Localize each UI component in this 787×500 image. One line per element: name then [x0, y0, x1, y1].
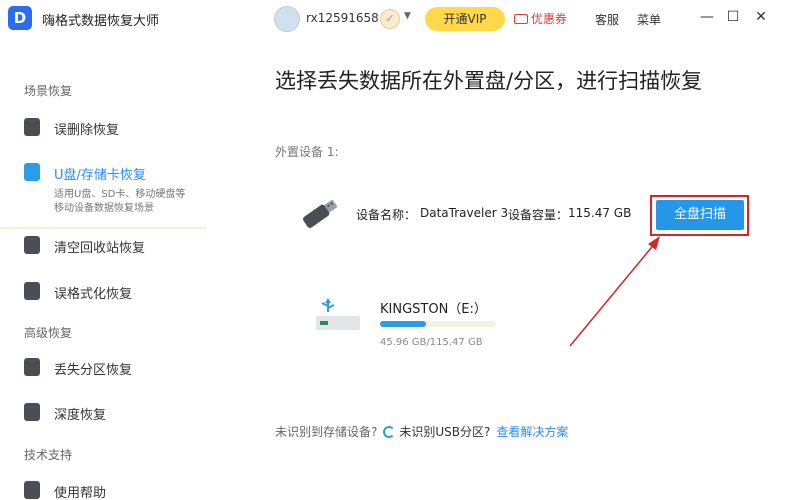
usb-stick-icon	[302, 199, 338, 228]
app-logo-icon: D	[8, 6, 32, 30]
full-scan-button[interactable]: 全盘扫描	[656, 200, 744, 230]
help-book-icon	[24, 481, 40, 499]
drive-name[interactable]: KINGSTON（E:）	[380, 298, 487, 317]
coupon-button[interactable]: 优惠券	[514, 7, 567, 31]
annotation-arrow-icon	[569, 236, 660, 347]
recycle-bin-icon	[24, 236, 40, 254]
sidebar-item-label: 深度恢复	[54, 408, 107, 423]
partition-icon	[24, 358, 40, 376]
minimize-button[interactable]: —	[698, 9, 716, 25]
usb-recovery-desc-line1: 适用U盘、SD卡、移动硬盘等	[54, 189, 186, 200]
section-advanced-recovery: 高级恢复	[24, 326, 73, 340]
sidebar-item-recycle-bin-recovery[interactable]: 清空回收站恢复	[0, 232, 207, 258]
footer-help: 未识别到存储设备? 未识别USB分区? 查看解决方案	[275, 423, 568, 440]
vip-badge-icon[interactable]: ✓	[380, 9, 400, 29]
device-capacity-label: 设备容量：	[508, 208, 569, 222]
sidebar-item-label: U盘/存储卡恢复	[54, 168, 146, 183]
page-title: 选择丢失数据所在外置盘/分区，进行扫描恢复	[275, 69, 703, 93]
sidebar-item-label: 清空回收站恢复	[54, 241, 146, 256]
footer-prompt: 未识别到存储设备?	[275, 425, 378, 439]
deep-scan-icon	[24, 403, 40, 421]
drive-size: 45.96 GB/115.47 GB	[380, 337, 483, 348]
footer-unrecognized-usb: 未识别USB分区?	[399, 425, 491, 439]
service-button[interactable]: 客服	[595, 11, 619, 28]
sidebar-item-help[interactable]: 使用帮助	[0, 477, 207, 500]
refresh-icon[interactable]	[383, 426, 396, 438]
coupon-icon	[514, 14, 528, 24]
trash-restore-icon	[24, 118, 40, 136]
sidebar-item-usb-recovery[interactable]: U盘/存储卡恢复	[0, 159, 207, 185]
usb-drive-icon	[24, 163, 40, 181]
usb-partition-icon	[316, 298, 360, 330]
app-title: 嗨格式数据恢复大师	[42, 14, 160, 29]
format-icon	[24, 282, 40, 300]
view-solution-link[interactable]: 查看解决方案	[496, 425, 568, 439]
menu-button[interactable]: 菜单	[637, 11, 661, 28]
sidebar-item-label: 丢失分区恢复	[54, 363, 133, 378]
usb-recovery-desc-line2: 移动设备数据恢复场景	[54, 203, 154, 214]
username[interactable]: rx12591658	[306, 11, 379, 25]
title-bar: D 嗨格式数据恢复大师 rx12591658 ✓ ▼ 开通VIP 优惠券 客服 …	[0, 0, 787, 38]
device-capacity-value: 115.47 GB	[568, 206, 632, 220]
device-name-value: DataTraveler 3	[420, 206, 509, 220]
close-button[interactable]: ✕	[752, 9, 770, 25]
sidebar-item-label: 误删除恢复	[54, 123, 120, 138]
sidebar-item-label: 使用帮助	[54, 486, 107, 500]
section-scene-recovery: 场景恢复	[24, 84, 73, 98]
sidebar-item-format-recovery[interactable]: 误格式化恢复	[0, 278, 207, 304]
device-name-label: 设备名称：	[356, 208, 417, 222]
external-device-label: 外置设备 1:	[275, 145, 339, 159]
sidebar-item-deleted-recovery[interactable]: 误删除恢复	[0, 114, 207, 140]
open-vip-button[interactable]: 开通VIP	[425, 7, 505, 31]
drive-usage-bar	[380, 321, 426, 327]
sidebar-item-label: 误格式化恢复	[54, 287, 133, 302]
sidebar: 场景恢复 误删除恢复 U盘/存储卡恢复 适用U盘、SD卡、移动硬盘等 移动设备数…	[0, 38, 207, 500]
sidebar-item-partition-recovery[interactable]: 丢失分区恢复	[0, 354, 207, 380]
active-item-underline	[0, 227, 207, 229]
sidebar-item-deep-recovery[interactable]: 深度恢复	[0, 399, 207, 425]
chevron-down-icon[interactable]: ▼	[404, 11, 411, 21]
section-tech-support: 技术支持	[24, 448, 73, 462]
maximize-button[interactable]: ☐	[724, 9, 742, 25]
avatar[interactable]	[274, 6, 300, 32]
coupon-label: 优惠券	[531, 12, 568, 26]
